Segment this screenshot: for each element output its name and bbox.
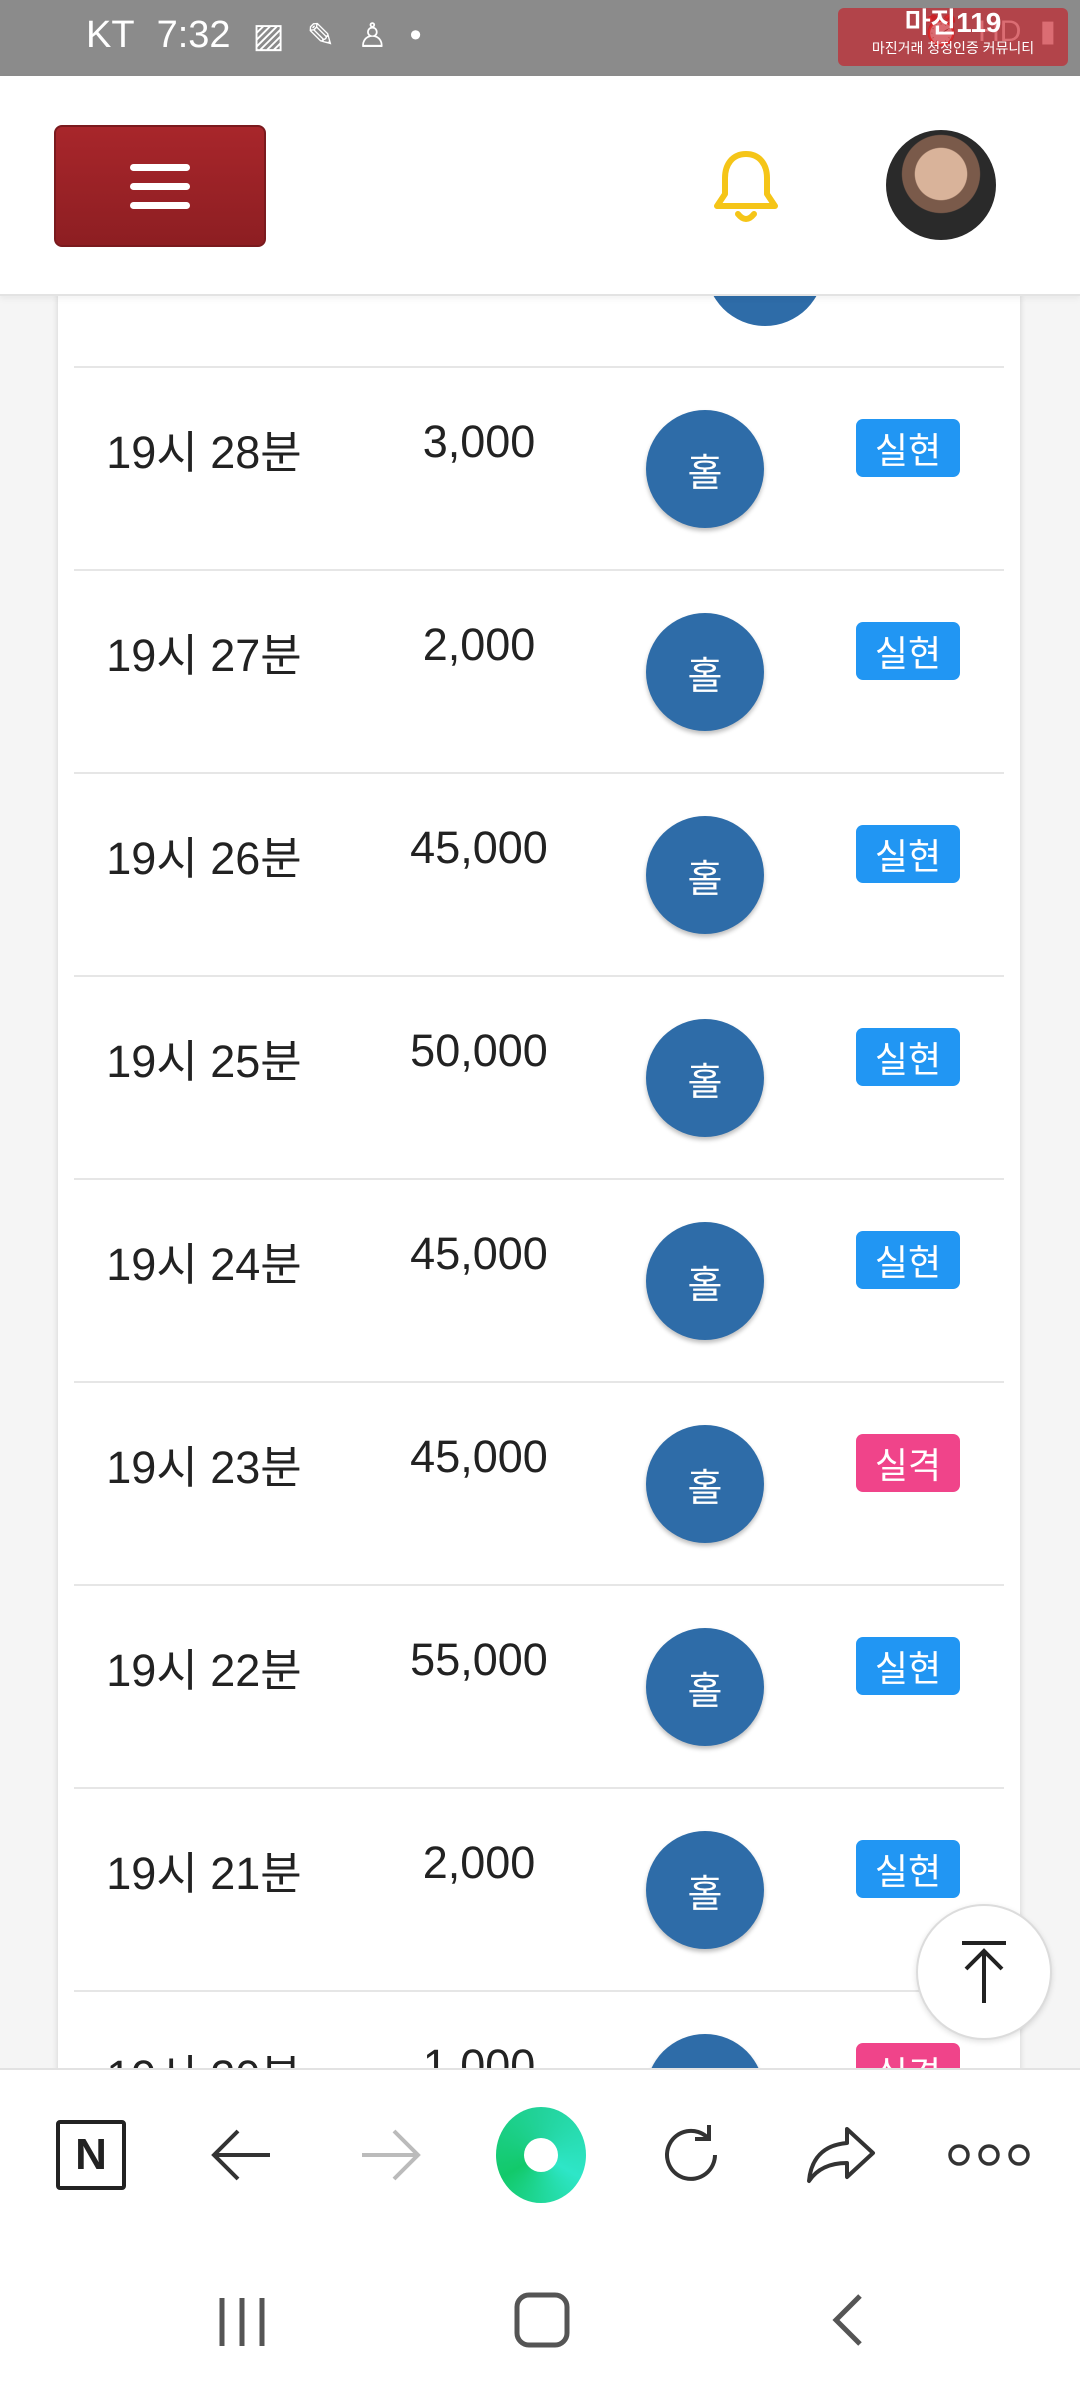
back-arrow-icon (211, 2129, 270, 2181)
amount-cell: 2,000 (422, 619, 536, 670)
refresh-icon (665, 2125, 717, 2181)
time-cell: 19시 22분 (106, 1645, 302, 1696)
pick-ball: 홀 (646, 816, 764, 934)
naver-button[interactable]: N (46, 2110, 136, 2200)
result-badge: 실현 (856, 1028, 960, 1086)
system-nav-bar (0, 2238, 1080, 2400)
table-row: 19시 21분 2,000 홀 실현 (74, 1787, 1004, 1991)
carrier-label: KT (86, 14, 135, 56)
amount-cell: 50,000 (410, 1025, 548, 1076)
time-cell: 19시 24분 (106, 1239, 302, 1290)
pick-ball: 홀 (646, 1019, 764, 1137)
back-button[interactable] (196, 2110, 286, 2200)
forward-button[interactable] (346, 2110, 436, 2200)
watermark-title: 마진119 (904, 7, 1002, 38)
home-icon[interactable] (512, 2290, 572, 2350)
home-dot-button[interactable] (496, 2107, 586, 2203)
time-cell: 19시 26분 (106, 833, 302, 884)
result-badge: 실현 (856, 1840, 960, 1898)
table-row: 19시 25분 50,000 홀 실현 (74, 975, 1004, 1179)
time-cell: 19시 21분 (106, 1848, 302, 1899)
share-button[interactable] (796, 2110, 886, 2200)
amount-cell: 1,000 (422, 2040, 536, 2068)
result-badge: 실격 (856, 1434, 960, 1492)
hamburger-icon (130, 163, 190, 209)
table-row: 19시 27분 2,000 홀 실현 (74, 569, 1004, 773)
time-cell: 19시 23분 (106, 1442, 302, 1493)
forward-arrow-icon (362, 2129, 421, 2181)
amount-cell: 3,000 (422, 416, 536, 467)
home-dot-icon (496, 2107, 586, 2203)
gallery-icon: ▨ (252, 16, 285, 55)
result-badge: 실현 (856, 1231, 960, 1289)
more-icon (948, 2144, 1030, 2166)
history-card: 19시 28분 3,000 홀 실현 19시 27분 2,000 홀 실현 19시 26분 45,… (58, 294, 1020, 2068)
pick-ball: 홀 (646, 1222, 764, 1340)
arrow-up-icon (962, 1941, 1006, 2003)
table-row: 19시 28분 3,000 홀 실현 (74, 366, 1004, 570)
time-cell: 19시 20분 (104, 2040, 304, 2068)
status-left: KT 7:32 ▨ ✎ ♙ • (86, 14, 422, 57)
table-row: 19시 22분 55,000 홀 실현 (74, 1584, 1004, 1788)
dot-icon: • (409, 16, 422, 54)
pick-ball: 홀 (646, 1628, 764, 1746)
clock: 7:32 (156, 14, 231, 56)
amount-cell: 45,000 (410, 1431, 548, 1482)
amount-cell: 2,000 (422, 1837, 536, 1888)
pick-ball: 홀 (646, 2034, 764, 2068)
amount-cell: 45,000 (410, 822, 548, 873)
table-row: 19시 26분 45,000 홀 실현 (74, 772, 1004, 976)
app-notification-icon: ♙ (357, 16, 388, 55)
more-button[interactable] (944, 2110, 1034, 2200)
app-header (0, 76, 1080, 296)
result-badge: 실현 (856, 622, 960, 680)
watermark-logo: 마진119 마진거래 청정인증 커뮤니티 (838, 8, 1068, 66)
bell-icon[interactable] (710, 148, 782, 228)
back-icon[interactable] (826, 2290, 870, 2350)
refresh-button[interactable] (646, 2110, 736, 2200)
pick-ball: 홀 (646, 410, 764, 528)
status-bar: KT 7:32 ▨ ✎ ♙ • ⏰ HD ▮ 마진119 마진거래 청정인증 커… (0, 0, 1080, 76)
table-row: 19시 23분 45,000 홀 실격 (74, 1381, 1004, 1585)
table-row: 19시 24분 45,000 홀 실현 (74, 1178, 1004, 1382)
pick-ball: 홀 (646, 1425, 764, 1543)
result-badge: 실현 (856, 419, 960, 477)
amount-cell: 55,000 (410, 1634, 548, 1685)
time-cell: 19시 25분 (106, 1036, 302, 1087)
scroll-to-top-button[interactable] (916, 1904, 1052, 2040)
amount-cell: 45,000 (410, 1228, 548, 1279)
user-avatar[interactable] (886, 130, 996, 240)
time-cell: 19시 27분 (106, 630, 302, 681)
recent-apps-icon[interactable] (212, 2294, 272, 2350)
share-icon (807, 2127, 875, 2183)
result-badge: 실현 (856, 1637, 960, 1695)
notification-icon: ✎ (306, 16, 336, 55)
time-cell: 19시 28분 (106, 427, 302, 478)
partial-pick-ball (706, 294, 824, 326)
result-badge: 실현 (856, 825, 960, 883)
result-badge: 실격 (856, 2043, 960, 2068)
table-row: 19시 20분 1,000 홀 실격 (74, 1990, 1004, 2068)
pick-ball: 홀 (646, 1831, 764, 1949)
naver-icon: N (56, 2120, 126, 2190)
content-area: 19시 28분 3,000 홀 실현 19시 27분 2,000 홀 실현 19시 26분 45,… (0, 294, 1080, 2068)
watermark-subtitle: 마진거래 청정인증 커뮤니티 (871, 40, 1035, 56)
browser-toolbar: N (0, 2068, 1080, 2240)
menu-button[interactable] (54, 125, 266, 247)
pick-ball: 홀 (646, 613, 764, 731)
